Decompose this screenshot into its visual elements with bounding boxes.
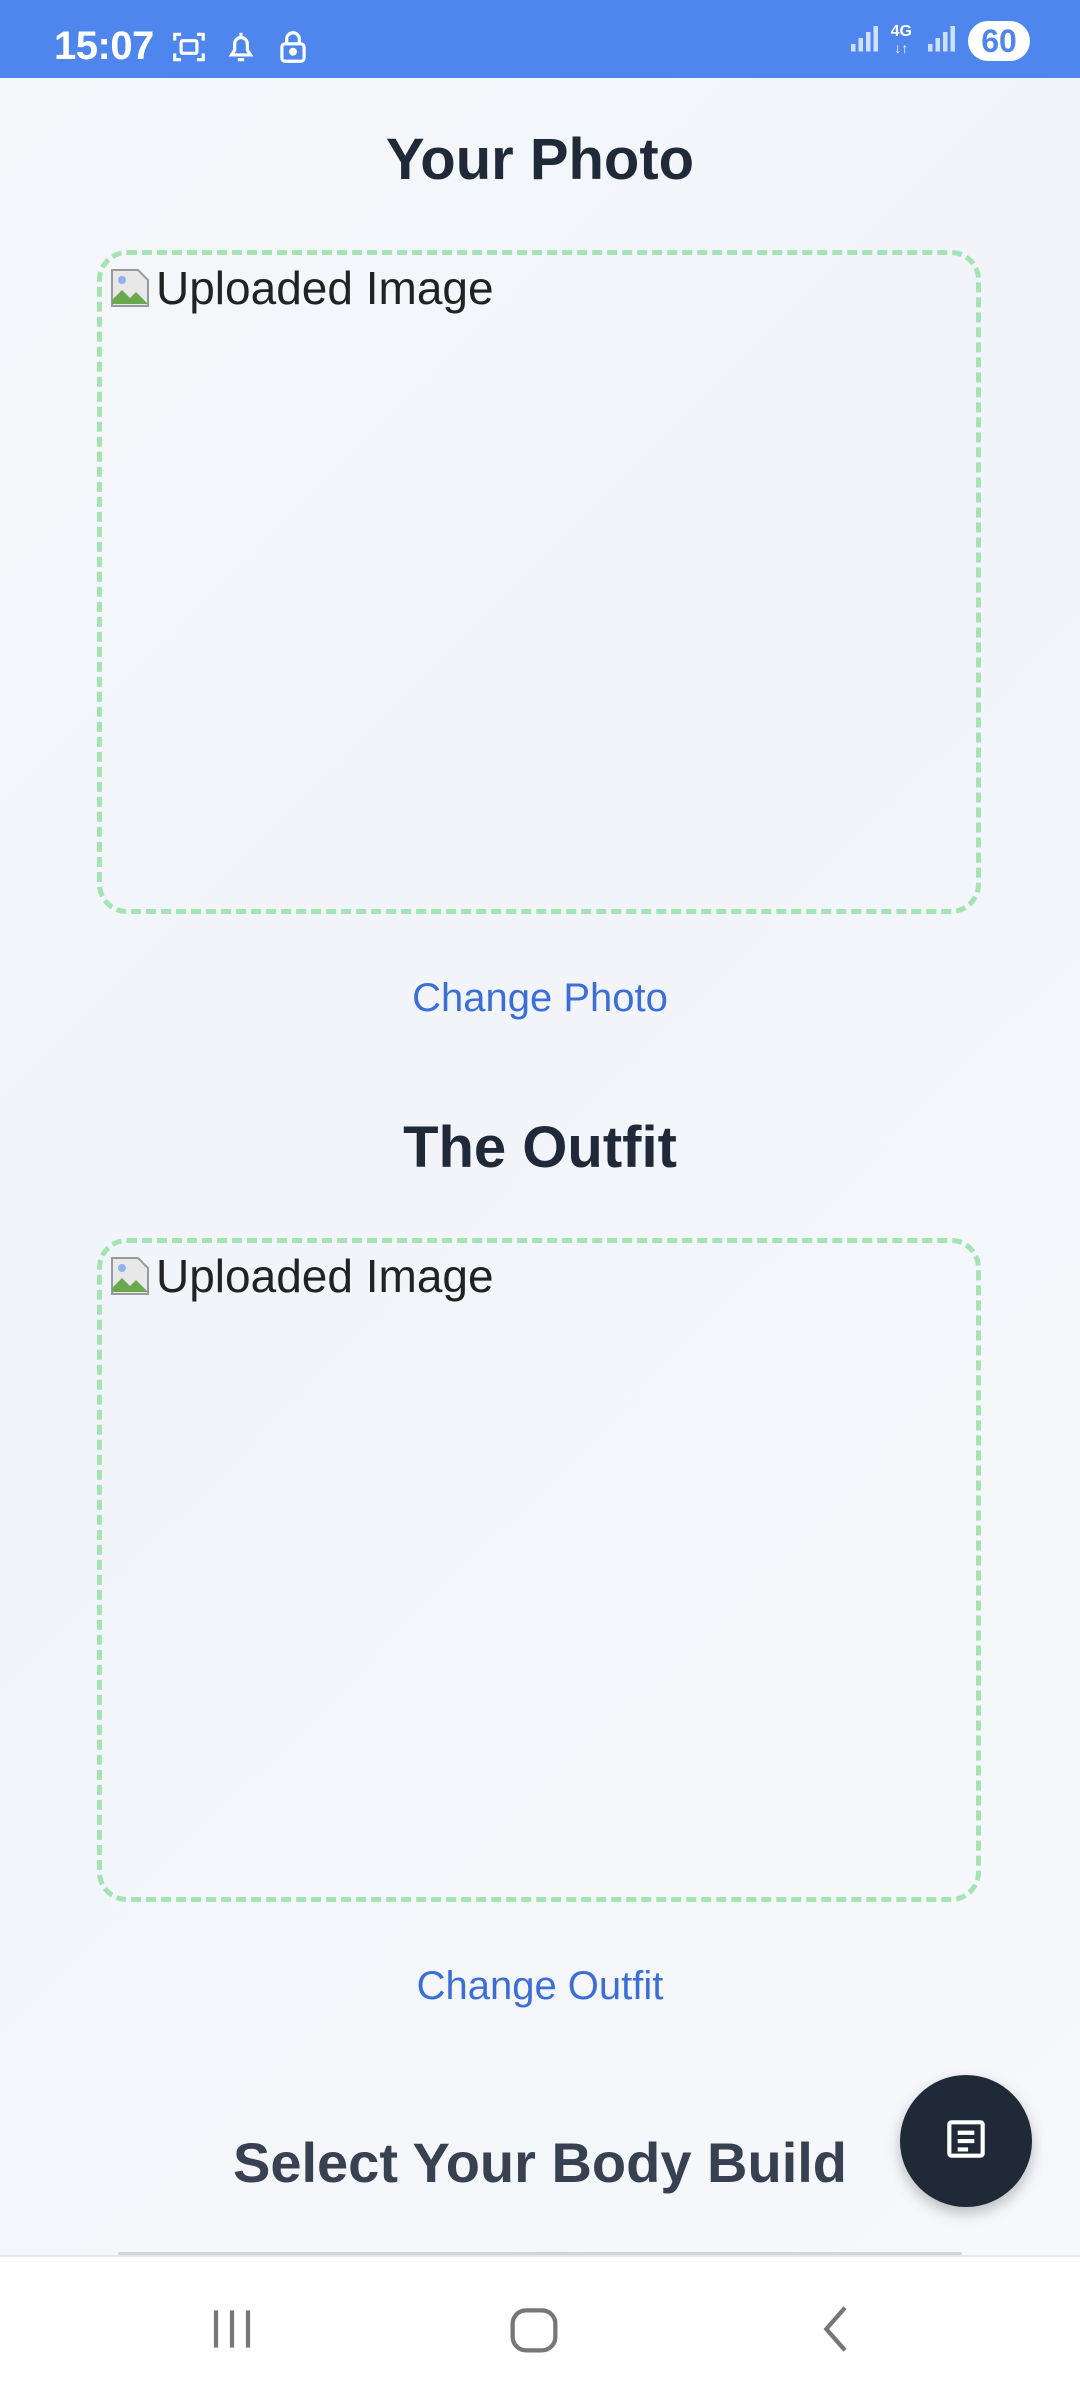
broken-image-icon	[106, 264, 154, 312]
outfit-uploaded-image: Uploaded Image	[106, 1249, 494, 1303]
status-bar: 15:07 4G ↓↑ 60	[0, 0, 1080, 78]
photo-upload-area[interactable]: Uploaded Image	[97, 250, 981, 914]
status-right: 4G ↓↑ 60	[845, 20, 1030, 61]
outfit-upload-area[interactable]: Uploaded Image	[97, 1238, 981, 1902]
signal-icon-2	[922, 20, 958, 61]
photo-section-title: Your Photo	[385, 127, 695, 192]
outfit-section-title: The Outfit	[403, 1115, 677, 1180]
system-nav-bar	[0, 2255, 1080, 2402]
status-time: 15:07	[54, 24, 154, 68]
outfit-image-alt: Uploaded Image	[156, 1250, 494, 1302]
battery-indicator: 60	[968, 20, 1030, 61]
home-icon[interactable]	[502, 2297, 566, 2366]
change-outfit-link[interactable]: Change Outfit	[0, 1964, 1080, 2009]
document-fab-button[interactable]	[900, 2075, 1032, 2207]
main-content: Your Photo Uploaded Image Change Photo T…	[0, 78, 1080, 2256]
lock-icon	[274, 28, 312, 71]
photo-uploaded-image: Uploaded Image	[106, 261, 494, 315]
broken-image-icon	[106, 1252, 154, 1300]
status-left-icons	[170, 28, 312, 71]
photo-image-alt: Uploaded Image	[156, 262, 494, 314]
signal-icon	[845, 20, 881, 61]
network-type: 4G ↓↑	[890, 23, 912, 57]
alarm-icon	[222, 28, 260, 71]
change-photo-link[interactable]: Change Photo	[0, 976, 1080, 1021]
screenshot-icon	[170, 28, 208, 71]
recent-apps-icon[interactable]	[200, 2297, 264, 2366]
document-icon	[941, 2114, 991, 2169]
back-icon[interactable]	[805, 2297, 869, 2366]
